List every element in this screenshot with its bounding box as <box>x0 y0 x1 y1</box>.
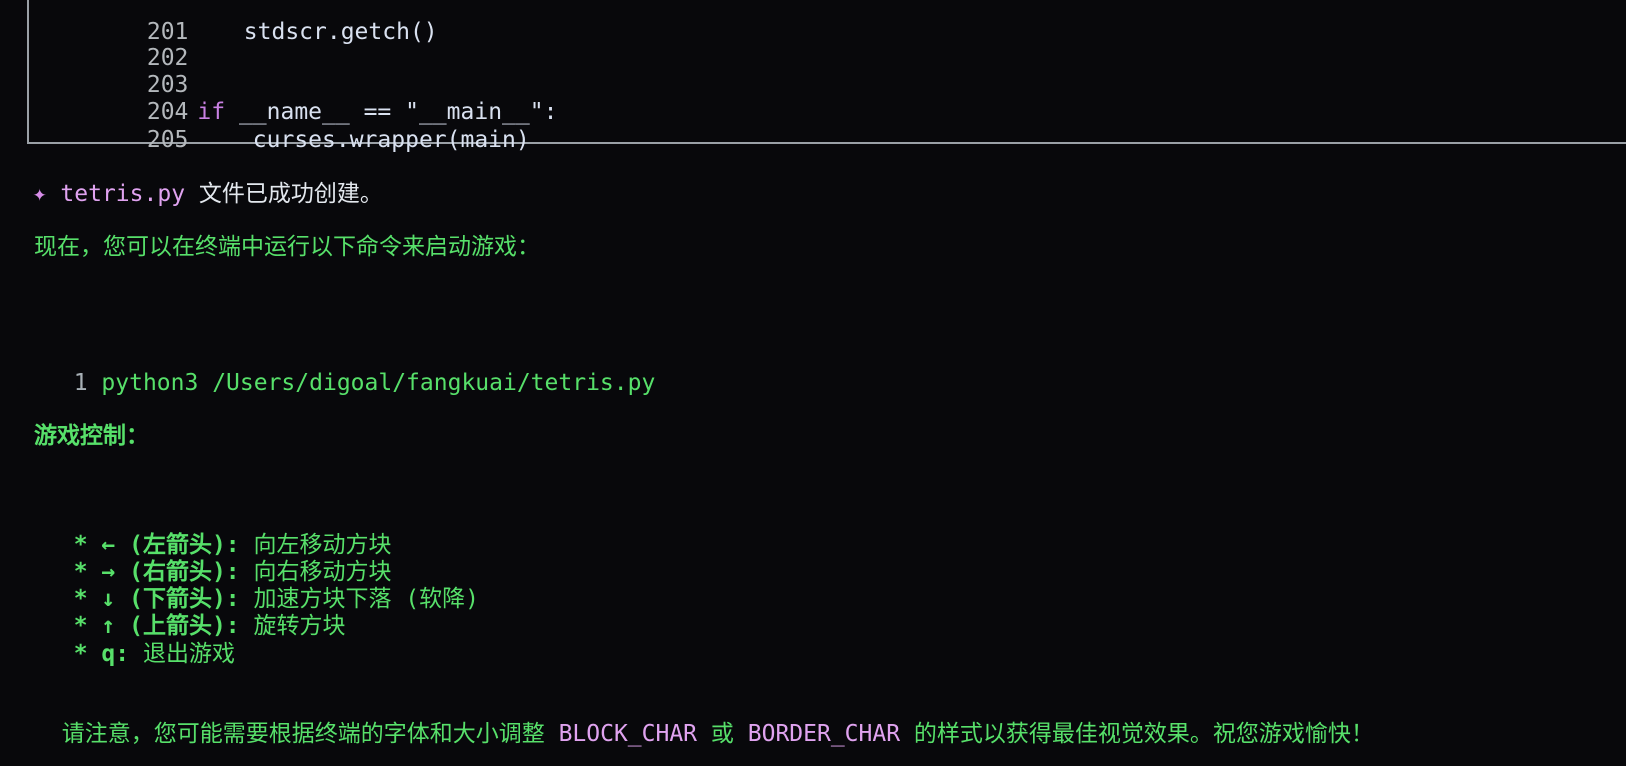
note-text: 请注意，您可能需要根据终端的字体和大小调整 BLOCK_CHAR 或 BORDE… <box>34 692 1374 748</box>
command-text[interactable]: python3 /Users/digoal/fangkuai/tetris.py <box>101 370 655 396</box>
note-part2: 或 <box>697 721 748 747</box>
note-part3: 的样式以获得最佳视觉效果。祝您游戏愉快！ <box>900 721 1374 747</box>
controls-heading: 游戏控制： <box>34 423 149 449</box>
controls-item-quit: * q: 退出游戏 <box>46 612 235 668</box>
status-filename: tetris.py <box>60 181 186 207</box>
intro-text: 现在，您可以在终端中运行以下命令来启动游戏： <box>34 234 540 260</box>
line-number: 205 <box>146 127 189 153</box>
command-line: 1 python3 /Users/digoal/fangkuai/tetris.… <box>46 341 656 397</box>
note-border-char: BORDER_CHAR <box>747 721 901 747</box>
status-message: 文件已成功创建。 <box>185 181 383 207</box>
note-part1: 请注意，您可能需要根据终端的字体和大小调整 <box>61 721 559 747</box>
control-key: * q: <box>73 641 130 667</box>
code-text: curses.wrapper(main) <box>197 127 530 153</box>
sparkle-icon: ✦ <box>32 181 47 207</box>
command-line-number: 1 <box>73 370 88 396</box>
control-desc: 退出游戏 <box>129 641 235 667</box>
status-line: ✦ tetris.py 文件已成功创建。 <box>5 152 383 208</box>
control-desc: 旋转方块 <box>239 613 346 639</box>
code-block: 201 stdscr.getch() 202 203 204 if __name_… <box>0 0 1626 153</box>
note-block-char: BLOCK_CHAR <box>558 721 698 747</box>
